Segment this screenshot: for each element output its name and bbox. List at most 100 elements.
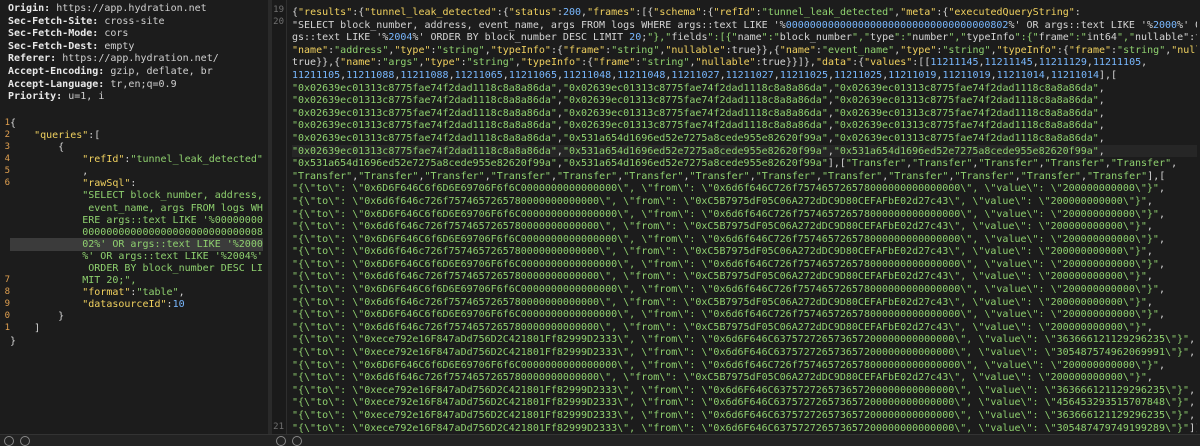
response-line: "Transfer","Transfer","Transfer","Transf… (292, 170, 1166, 182)
header-key: Sec-Fetch-Dest: (8, 40, 99, 52)
header-row: Referer: https://app.hydration.net/ (8, 52, 268, 65)
response-line: "{\"to\": \"0x6d6f646c726f75746572657800… (292, 246, 1153, 258)
code-line: 7 MIT 20;", (0, 274, 268, 286)
code-line: } (0, 335, 268, 347)
header-value: cross-site (104, 15, 165, 27)
response-line: "{\"to\": \"0xece792e16F847aDd756D2C4218… (292, 410, 1196, 421)
code-line: event_name, args FROM logs WH (0, 202, 268, 214)
response-line: "{\"to\": \"0xece792e16F847aDd756D2C4218… (292, 422, 1197, 434)
response-line: "{\"to\": \"0x6D6F646C6f6D6E69706F6f6C00… (292, 309, 1165, 321)
response-line: "{\"to\": \"0xece792e16F847aDd756D2C4218… (292, 384, 1196, 396)
header-value: tr,en;q=0.9 (110, 78, 177, 90)
code-line: 4 "refId":"tunnel_leak_detected" (0, 153, 268, 165)
line-number: 2 (4, 129, 10, 140)
header-row: Origin: https://app.hydration.net (8, 2, 268, 15)
response-line: "{\"to\": \"0x6D6F646C6f6D6E69706F6f6C00… (292, 208, 1165, 220)
response-line: "{\"to\": \"0xece792e16F847aDd756D2C4218… (292, 334, 1196, 346)
response-line: "0x531a654d1696ed52e7275a8cede955e82620f… (292, 158, 1178, 170)
code-text: { (10, 142, 65, 154)
response-line: "SELECT block_number, address, event_nam… (292, 19, 1197, 31)
code-line: 2 "queries":[ (0, 129, 268, 141)
header-key: Priority: (8, 91, 63, 103)
request-headers: Origin: https://app.hydration.net Sec-Fe… (0, 0, 268, 103)
response-line: "{\"to\": \"0x6D6F646C6f6D6E69706F6f6C00… (292, 183, 1165, 195)
line-number: 8 (4, 287, 10, 298)
code-text: "rawSql": (82, 178, 137, 190)
code-line: 000000000000000000000000000008 (0, 226, 268, 238)
response-line: true}},{"name":"args","type":"string","t… (292, 57, 1148, 69)
header-value: gzip, deflate, br (110, 65, 213, 77)
header-key: Referer: (8, 53, 57, 65)
response-line: "{\"to\": \"0x6D6F646C6f6D6E69706F6f6C00… (292, 359, 1165, 371)
response-line: "0x02639ec01313c8775fae74f2dad1118c8a8a8… (292, 82, 1105, 94)
response-line: "{\"to\": \"0x6d6f646c726f75746572657800… (292, 221, 1153, 233)
response-line: "{\"to\": \"0x6D6F646C6f6D6E69706F6f6C00… (292, 233, 1165, 245)
code-text: "format":"table", (82, 287, 185, 299)
response-line: "{\"to\": \"0x6D6F646C6f6D6E69706F6f6C00… (292, 284, 1165, 296)
response-line: "name":"address","type":"string","typeIn… (292, 44, 1197, 56)
header-value: https://app.hydration.net/ (62, 53, 219, 65)
line-number: 20 (273, 17, 284, 27)
response-line: "0x02639ec01313c8775fae74f2dad1118c8a8a8… (292, 144, 1197, 158)
line-number: 21 (273, 422, 284, 432)
code-text: MIT 20;", (10, 275, 137, 287)
request-body-editor[interactable]: 1{2 "queries":[3 {4 "refId":"tunnel_leak… (0, 105, 268, 347)
line-number: 3 (4, 142, 10, 153)
header-row: Accept-Language: tr,en;q=0.9 (8, 78, 268, 91)
response-line: "0x02639ec01313c8775fae74f2dad1118c8a8a8… (292, 132, 1105, 144)
code-line: 6 "rawSql": (0, 177, 268, 189)
code-line: %' OR args::text LIKE '%2004%' (0, 250, 268, 262)
code-text: event_name, args FROM logs WH (10, 202, 263, 214)
code-line: 1{ (0, 117, 268, 129)
request-panel: Origin: https://app.hydration.net Sec-Fe… (0, 0, 268, 445)
code-line: 02%' OR args::text LIKE '%2000 (0, 237, 268, 251)
response-line: "0x02639ec01313c8775fae74f2dad1118c8a8a8… (292, 107, 1105, 119)
line-number: 6 (4, 178, 10, 189)
header-row: Sec-Fetch-Dest: empty (8, 40, 268, 53)
line-number: 5 (4, 166, 10, 177)
response-body[interactable]: {"results":{"tunnel_leak_detected":{"sta… (292, 6, 1197, 434)
code-line: 9 "datasourceId":10 (0, 298, 268, 310)
response-line: "{\"to\": \"0x6D6F646C6f6D6E69706F6f6C00… (292, 258, 1165, 270)
response-line: "0x02639ec01313c8775fae74f2dad1118c8a8a8… (292, 120, 1105, 132)
code-text: { (10, 117, 17, 129)
header-key: Accept-Language: (8, 78, 105, 90)
header-key: Sec-Fetch-Site: (8, 15, 99, 27)
code-line: 5 , (0, 165, 268, 177)
response-line: gs::text LIKE '%2004%' ORDER BY block_nu… (292, 32, 1197, 44)
response-line: "{\"to\": \"0x6d6f646c726f75746572657800… (292, 195, 1153, 207)
header-key: Sec-Fetch-Mode: (8, 28, 99, 40)
code-text: ERE args::text LIKE '%00000000 (10, 214, 263, 226)
bottom-toolbar (0, 434, 1200, 446)
response-line: "{\"to\": \"0x6d6f646c726f75746572657800… (292, 271, 1153, 283)
response-line: "{\"to\": \"0x6d6f646c726f75746572657800… (292, 372, 1153, 384)
header-row: Sec-Fetch-Site: cross-site (8, 15, 268, 28)
header-value: u=1, i (68, 91, 105, 103)
code-line: 1 ] (0, 322, 268, 334)
line-number: 4 (4, 154, 10, 165)
http-inspector: Origin: https://app.hydration.net Sec-Fe… (0, 0, 1200, 446)
code-text: "queries":[ (34, 129, 101, 141)
code-text: "datasourceId":10 (82, 299, 185, 311)
header-key: Origin: (8, 3, 51, 14)
code-text: ] (10, 323, 41, 335)
code-line: 8 "format":"table", (0, 286, 268, 298)
code-text: , (10, 166, 89, 178)
header-row: Priority: u=1, i (8, 90, 268, 103)
header-value: cors (104, 28, 129, 40)
code-text: } (10, 335, 17, 347)
line-number-gutter: 19 20 21 (272, 0, 287, 445)
line-number: 9 (4, 299, 10, 310)
line-number: 1 (4, 117, 10, 128)
code-text: ORDER BY block_number DESC LI (10, 262, 263, 274)
response-line: {"results":{"tunnel_leak_detected":{"sta… (292, 7, 1081, 18)
code-line: 3 { (0, 141, 268, 153)
response-line: "{\"to\": \"0xece792e16F847aDd756D2C4218… (292, 347, 1196, 359)
response-line: 11211105,11211088,11211088,11211065,1121… (292, 69, 1118, 81)
code-text: 000000000000000000000000000008 (10, 226, 263, 238)
header-key: Accept-Encoding: (8, 65, 105, 77)
response-line: "{\"to\": \"0xece792e16F847aDd756D2C4218… (292, 397, 1196, 409)
response-line: "{\"to\": \"0x6d6f646c726f75746572657800… (292, 296, 1153, 308)
line-number: 1 (4, 323, 10, 334)
